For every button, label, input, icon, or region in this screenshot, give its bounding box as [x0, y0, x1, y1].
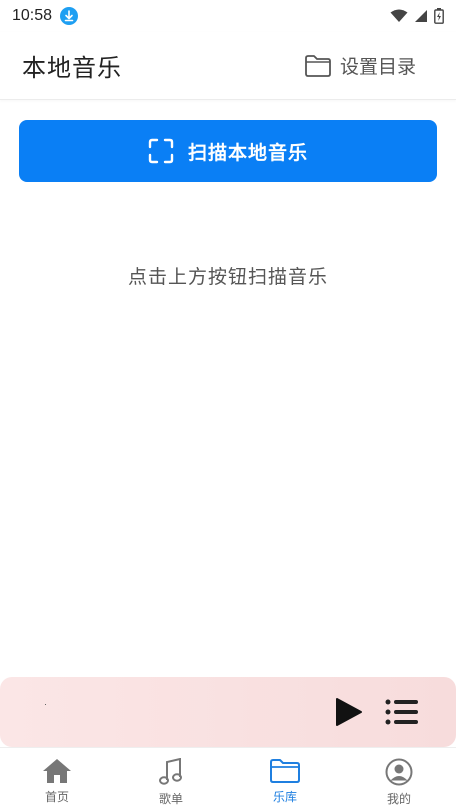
user-circle-icon [385, 758, 413, 786]
status-left: 10:58 [12, 7, 79, 25]
scan-local-music-button[interactable]: 扫描本地音乐 [19, 120, 437, 182]
folder-icon [270, 759, 300, 783]
status-bar: 10:58 [0, 0, 456, 32]
tab-profile[interactable]: 我的 [342, 748, 456, 812]
tab-library[interactable]: 乐库 [228, 748, 342, 812]
folder-icon [305, 54, 331, 77]
tab-playlists[interactable]: 歌单 [114, 748, 228, 812]
mini-player[interactable] [0, 677, 456, 747]
tab-label: 首页 [44, 790, 69, 804]
empty-state-hint: 点击上方按钮扫描音乐 [127, 266, 328, 288]
wifi-icon [390, 9, 408, 22]
home-icon [43, 759, 71, 783]
status-right [390, 8, 444, 24]
set-directory-button[interactable]: 设置目录 [304, 52, 416, 79]
tab-label: 歌单 [158, 792, 183, 806]
set-directory-label: 设置目录 [339, 56, 416, 78]
signal-icon [415, 10, 427, 22]
music-note-icon [159, 758, 182, 785]
scan-frame-icon [148, 138, 174, 164]
play-icon[interactable] [332, 696, 364, 728]
scan-button-label: 扫描本地音乐 [187, 141, 308, 164]
player-placeholder-dot [45, 704, 46, 705]
app-header: 本地音乐 设置目录 [0, 32, 456, 100]
playlist-icon[interactable] [384, 697, 420, 727]
download-icon [60, 7, 79, 25]
status-time: 10:58 [12, 7, 53, 24]
bottom-tab-bar: 首页 歌单 乐库 我的 [0, 747, 456, 812]
tab-home[interactable]: 首页 [0, 748, 114, 812]
tab-label: 乐库 [272, 790, 297, 804]
page-title: 本地音乐 [22, 54, 122, 82]
tab-label: 我的 [386, 792, 411, 806]
battery-charging-icon [434, 8, 444, 24]
